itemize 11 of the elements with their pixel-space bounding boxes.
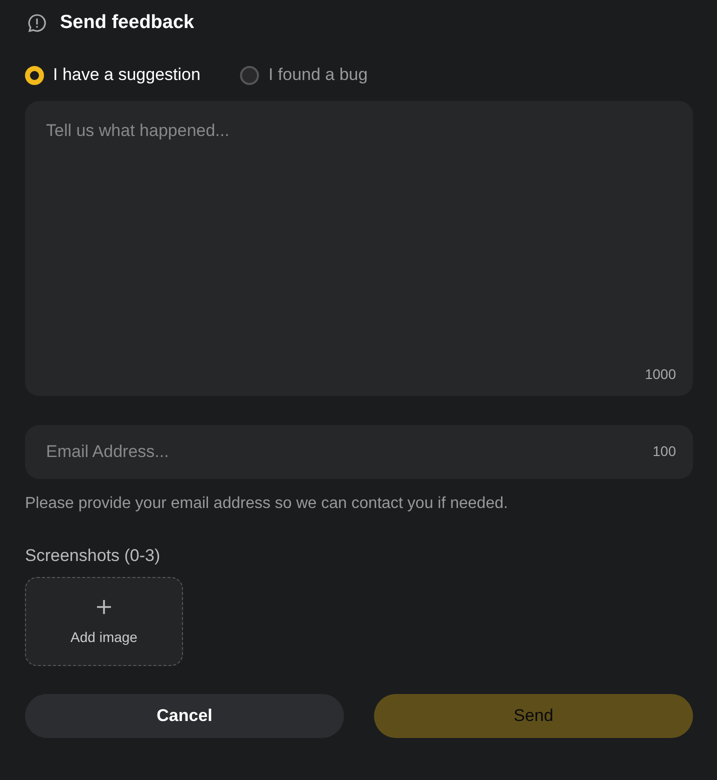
screenshots-label: Screenshots (0-3)	[25, 546, 162, 566]
dialog-title: Send feedback	[60, 12, 194, 34]
feedback-icon	[27, 13, 47, 33]
character-limit: 1000	[644, 366, 676, 382]
cancel-button[interactable]: Cancel	[25, 694, 344, 738]
add-image-button[interactable]: Add image	[25, 577, 183, 666]
radio-option[interactable]: I have a suggestion	[25, 65, 200, 85]
plus-icon	[96, 598, 112, 614]
email-hint: Please provide your email address so we can contact you if needed.	[25, 495, 509, 513]
radio-option[interactable]: I found a bug	[240, 65, 368, 85]
character-limit: 100	[652, 443, 676, 459]
